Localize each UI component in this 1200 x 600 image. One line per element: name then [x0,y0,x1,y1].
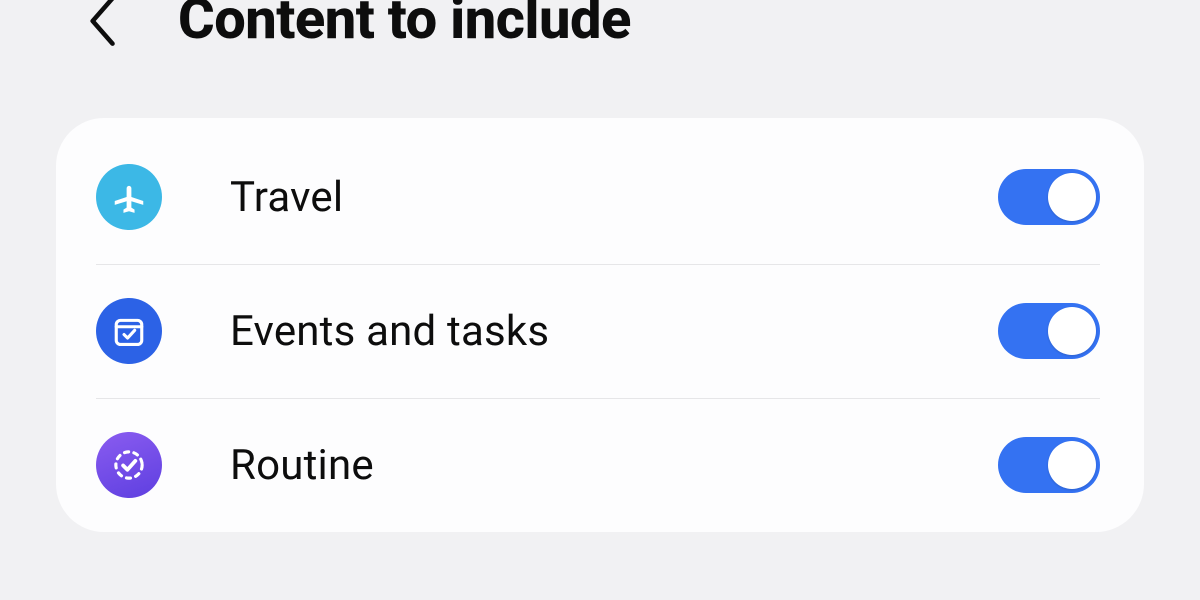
routine-check-icon [96,432,162,498]
calendar-check-icon [96,298,162,364]
list-item-travel[interactable]: Travel [56,130,1144,264]
list-item-label: Routine [230,441,998,490]
list-item-label: Travel [230,173,998,222]
list-item-routine[interactable]: Routine [56,398,1144,532]
switch-slider [998,437,1100,493]
toggle-events[interactable] [998,303,1100,359]
list-item-events[interactable]: Events and tasks [56,264,1144,398]
content-list-card: Travel Events and tasks Routine [56,118,1144,532]
airplane-icon [96,164,162,230]
toggle-routine[interactable] [998,437,1100,493]
back-button[interactable] [78,0,130,47]
switch-slider [998,169,1100,225]
chevron-left-icon [87,0,121,47]
switch-slider [998,303,1100,359]
list-item-label: Events and tasks [230,307,998,356]
header: Content to include [0,0,1200,78]
toggle-travel[interactable] [998,169,1100,225]
page-title: Content to include [178,0,631,47]
